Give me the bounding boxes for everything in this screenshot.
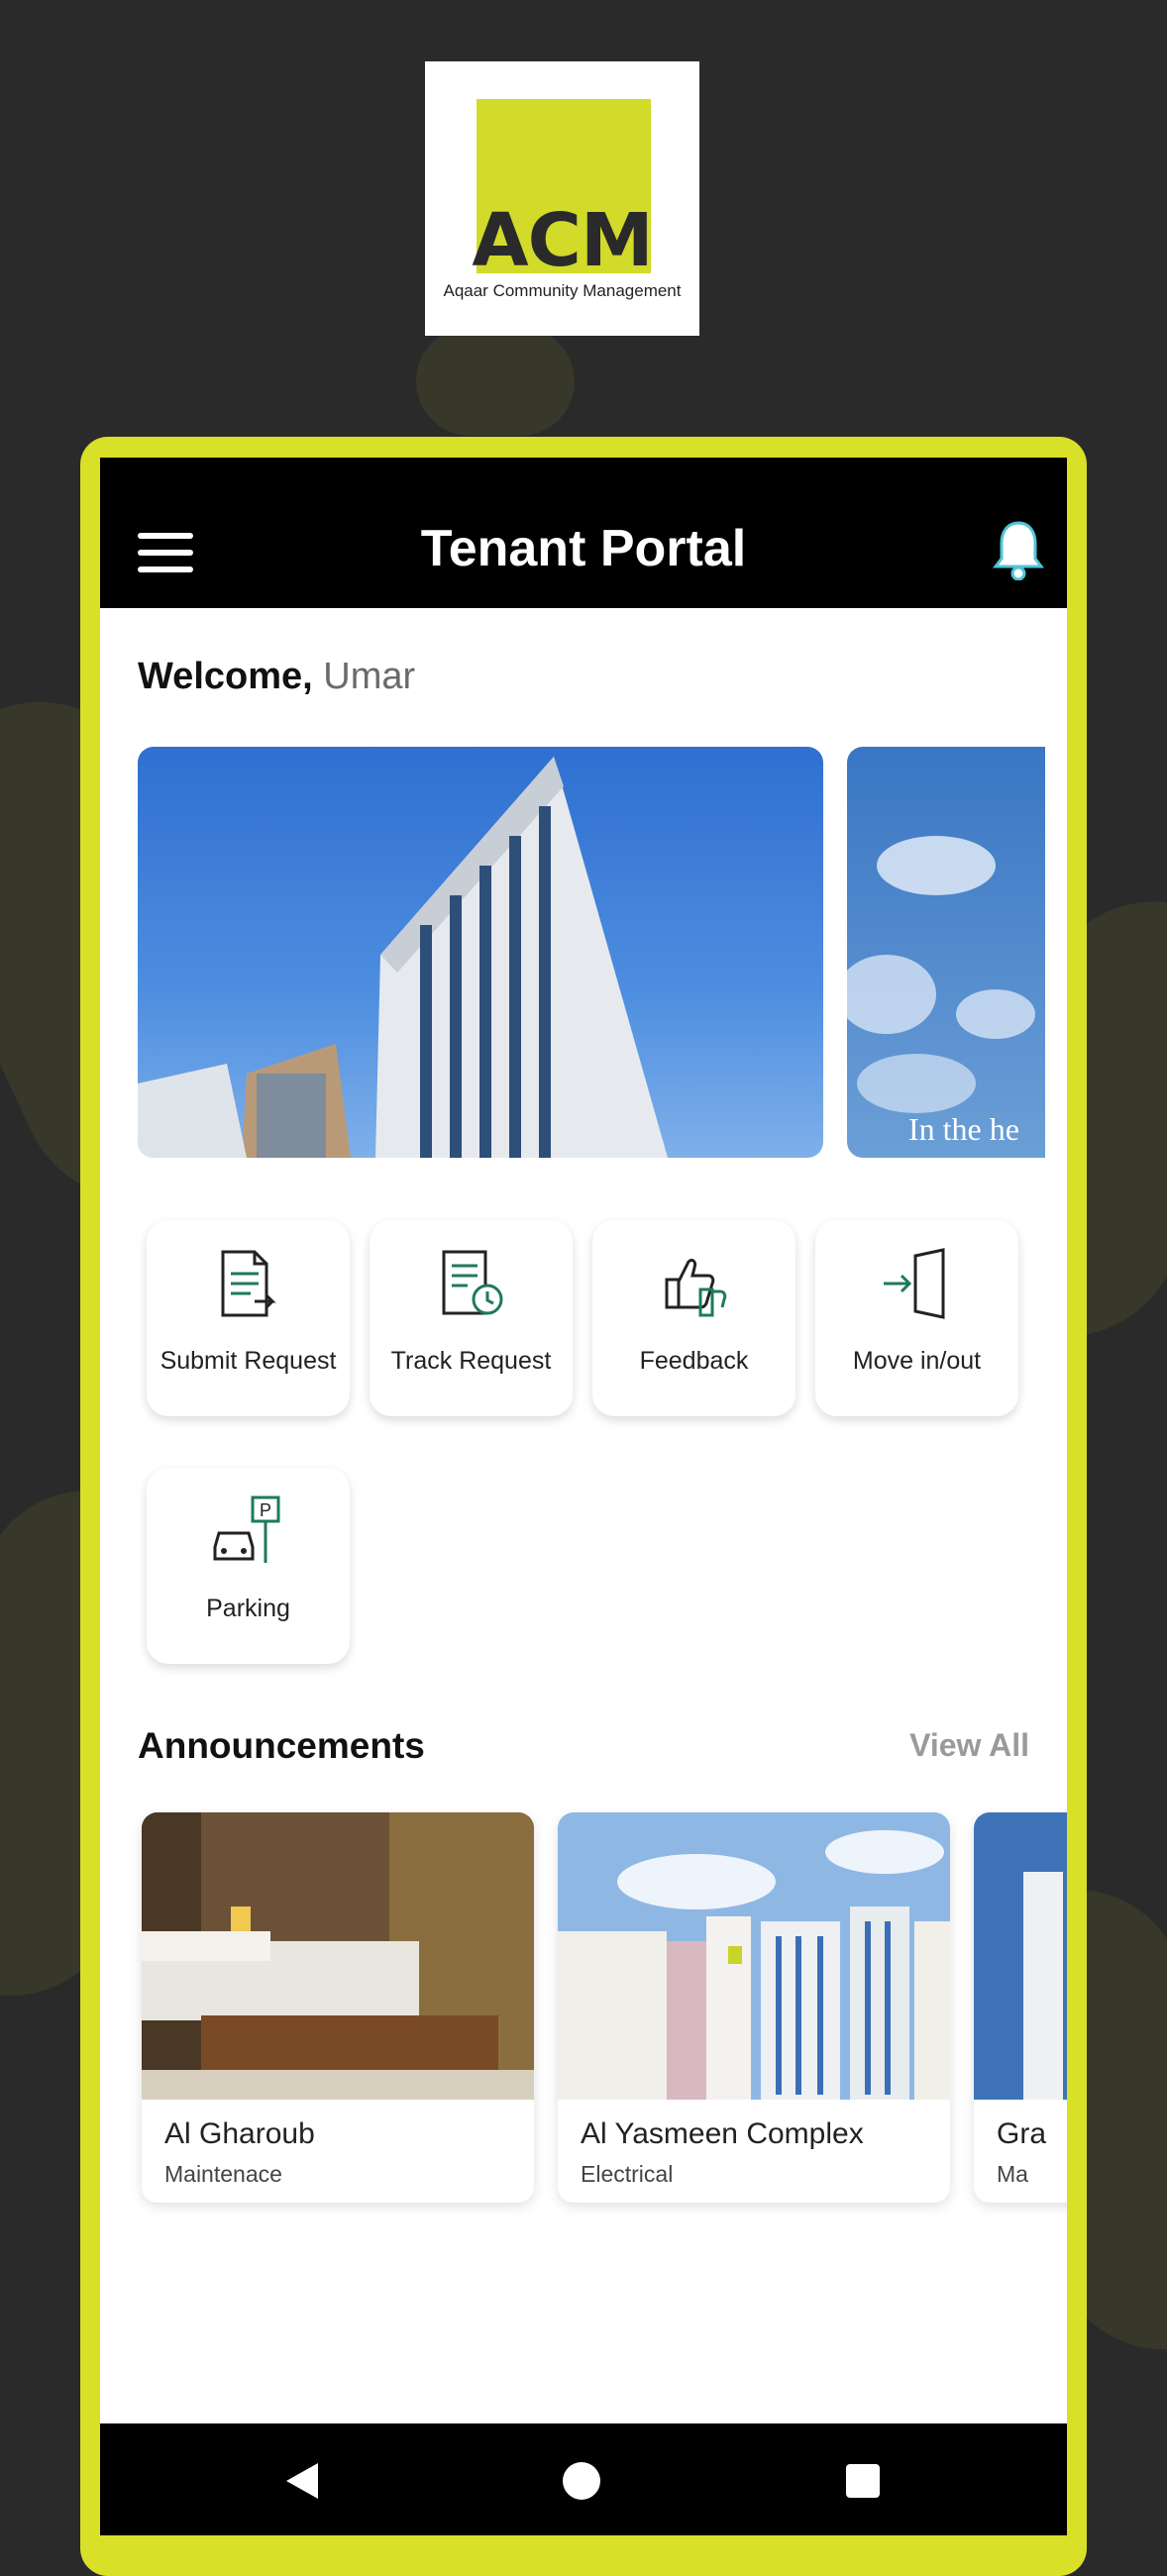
sky-image xyxy=(847,836,1035,1113)
tower-image xyxy=(974,1812,1067,2100)
announcement-title: Al Yasmeen Complex xyxy=(581,2117,864,2150)
announcement-category: Maintenace xyxy=(164,2161,282,2187)
banner-caption: In the he xyxy=(908,1111,1019,1147)
user-name: Umar xyxy=(323,656,416,697)
parking-icon: P xyxy=(213,1495,280,1563)
track-request-button[interactable]: Track Request xyxy=(370,1220,573,1416)
announcement-card[interactable]: Al Gharoub Maintenace xyxy=(142,1812,534,2203)
track-request-label: Track Request xyxy=(390,1347,552,1375)
home-icon[interactable] xyxy=(562,2461,601,2501)
move-in-out-icon xyxy=(884,1248,945,1319)
acm-logo: ACM Aqaar Community Management xyxy=(425,61,699,336)
app-bar: Tenant Portal xyxy=(100,458,1067,608)
feedback-icon xyxy=(665,1258,727,1317)
track-request-icon xyxy=(442,1250,503,1315)
complex-image xyxy=(558,1812,950,2100)
page-title: Tenant Portal xyxy=(420,520,747,577)
parking-label: Parking xyxy=(206,1595,290,1622)
welcome-message: Welcome, Umar xyxy=(138,656,415,698)
svg-text:P: P xyxy=(260,1500,271,1520)
welcome-greeting: Welcome, xyxy=(138,656,313,697)
feedback-button[interactable]: Feedback xyxy=(592,1220,796,1416)
banner-slide[interactable]: In the he xyxy=(847,747,1045,1158)
announcement-title: Al Gharoub xyxy=(164,2117,315,2150)
bell-icon[interactable] xyxy=(992,519,1045,580)
background-shape xyxy=(416,327,575,436)
submit-request-label: Submit Request xyxy=(159,1347,337,1375)
move-in-out-label: Move in/out xyxy=(852,1347,982,1375)
bedroom-image xyxy=(142,1812,534,2100)
back-icon[interactable] xyxy=(284,2461,320,2501)
system-nav-bar xyxy=(100,2423,1067,2535)
announcement-title: Gra xyxy=(997,2117,1047,2150)
logo-mark: ACM xyxy=(472,198,653,283)
announcement-card[interactable]: Gra Ma xyxy=(974,1812,1067,2203)
submit-request-icon xyxy=(221,1250,276,1317)
feedback-label: Feedback xyxy=(639,1347,749,1375)
submit-request-button[interactable]: Submit Request xyxy=(147,1220,350,1416)
banner-slide[interactable] xyxy=(138,747,823,1158)
parking-button[interactable]: P Parking xyxy=(147,1468,350,1664)
logo-tagline: Aqaar Community Management xyxy=(443,281,682,300)
view-all-link[interactable]: View All xyxy=(909,1727,1029,1764)
recents-icon[interactable] xyxy=(845,2463,881,2499)
app-screen: Tenant Portal Welcome, Umar In the he Su… xyxy=(100,458,1067,2535)
announcements-title: Announcements xyxy=(138,1725,425,1766)
move-in-out-button[interactable]: Move in/out xyxy=(815,1220,1018,1416)
tower-image xyxy=(138,757,668,1158)
announcement-category: Ma xyxy=(997,2161,1028,2187)
announcement-category: Electrical xyxy=(581,2161,674,2187)
announcement-card[interactable]: Al Yasmeen Complex Electrical xyxy=(558,1812,950,2203)
